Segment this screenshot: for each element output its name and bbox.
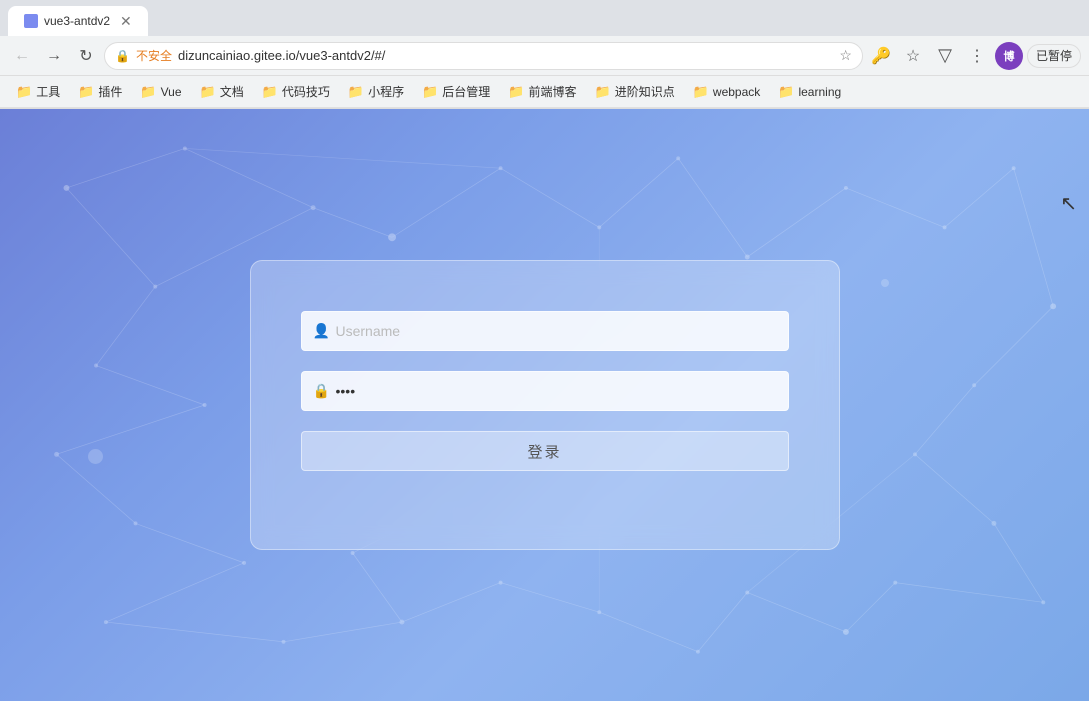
username-input-group: 👤 [301, 311, 789, 351]
bookmark-label: 前端博客 [529, 83, 577, 100]
bookmark-tools[interactable]: 📁 工具 [8, 80, 68, 104]
page-content: 👤 🔒 登录 ↖ [0, 109, 1089, 701]
folder-icon: 📁 [693, 84, 709, 100]
folder-icon: 📁 [16, 84, 32, 100]
forward-button[interactable]: → [40, 42, 68, 70]
float-circle-2 [881, 279, 889, 287]
bookmark-plugins[interactable]: 📁 插件 [70, 80, 130, 104]
bookmark-label: 插件 [98, 83, 122, 100]
not-secure-label: 不安全 [136, 47, 172, 64]
bookmark-docs[interactable]: 📁 文档 [192, 80, 252, 104]
nav-bar: ← → ↻ 🔒 不安全 dizuncainiao.gitee.io/vue3-a… [0, 36, 1089, 76]
bookmark-webpack[interactable]: 📁 webpack [685, 80, 769, 104]
bookmark-label: 进阶知识点 [615, 83, 675, 100]
tab-bar: vue3-antdv2 ✕ [0, 0, 1089, 36]
bookmark-miniapp[interactable]: 📁 小程序 [340, 80, 412, 104]
bookmark-learning[interactable]: 📁 learning [770, 80, 849, 104]
bookmark-admin[interactable]: 📁 后台管理 [414, 80, 498, 104]
address-text: dizuncainiao.gitee.io/vue3-antdv2/#/ [178, 48, 833, 63]
bookmark-star-icon[interactable]: ☆ [839, 47, 852, 64]
folder-icon: 📁 [595, 84, 611, 100]
dots-button[interactable]: ⋮ [963, 42, 991, 70]
bookmark-codetips[interactable]: 📁 代码技巧 [254, 80, 338, 104]
bookmark-vue[interactable]: 📁 Vue [132, 80, 189, 104]
bookmark-advanced[interactable]: 📁 进阶知识点 [587, 80, 683, 104]
folder-icon: 📁 [422, 84, 438, 100]
login-button[interactable]: 登录 [301, 431, 789, 471]
security-icon: 🔒 [115, 49, 130, 63]
reload-button[interactable]: ↻ [72, 42, 100, 70]
bookmark-label: 后台管理 [442, 83, 490, 100]
bookmarks-bar: 📁 工具 📁 插件 📁 Vue 📁 文档 📁 代码技巧 📁 小程序 📁 后台管理 [0, 76, 1089, 108]
folder-icon: 📁 [348, 84, 364, 100]
tab-favicon [24, 14, 38, 28]
browser-chrome: vue3-antdv2 ✕ ← → ↻ 🔒 不安全 dizuncainiao.g… [0, 0, 1089, 109]
bookmark-label: Vue [161, 85, 182, 99]
bookmark-label: learning [798, 85, 841, 99]
active-tab[interactable]: vue3-antdv2 ✕ [8, 6, 148, 36]
lock-icon: 🔒 [313, 383, 330, 400]
folder-icon: 📁 [78, 84, 94, 100]
bookmark-label: webpack [713, 85, 760, 99]
folder-icon: 📁 [140, 84, 156, 100]
nav-right-controls: 🔑 ☆ ▽ ⋮ 博 已暂停 [867, 42, 1081, 70]
password-input-group: 🔒 [301, 371, 789, 411]
bookmark-label: 代码技巧 [282, 83, 330, 100]
tab-title: vue3-antdv2 [44, 14, 110, 28]
bookmark-label: 工具 [36, 83, 60, 100]
star-button[interactable]: ☆ [899, 42, 927, 70]
float-circle-1 [88, 449, 103, 464]
folder-icon: 📁 [508, 84, 524, 100]
back-button[interactable]: ← [8, 42, 36, 70]
user-icon: 👤 [313, 323, 330, 340]
profile-button[interactable]: 博 [995, 42, 1023, 70]
login-card: 👤 🔒 登录 [250, 260, 840, 550]
username-input[interactable] [301, 311, 789, 351]
bookmark-label: 小程序 [368, 83, 404, 100]
tab-close-button[interactable]: ✕ [120, 13, 132, 30]
password-input[interactable] [301, 371, 789, 411]
bookmark-label: 文档 [220, 83, 244, 100]
folder-icon: 📁 [778, 84, 794, 100]
extension-button[interactable]: ▽ [931, 42, 959, 70]
paused-button[interactable]: 已暂停 [1027, 44, 1081, 68]
folder-icon: 📁 [262, 84, 278, 100]
address-bar[interactable]: 🔒 不安全 dizuncainiao.gitee.io/vue3-antdv2/… [104, 42, 863, 70]
key-button[interactable]: 🔑 [867, 42, 895, 70]
bookmark-blog[interactable]: 📁 前端博客 [500, 80, 584, 104]
folder-icon: 📁 [200, 84, 216, 100]
